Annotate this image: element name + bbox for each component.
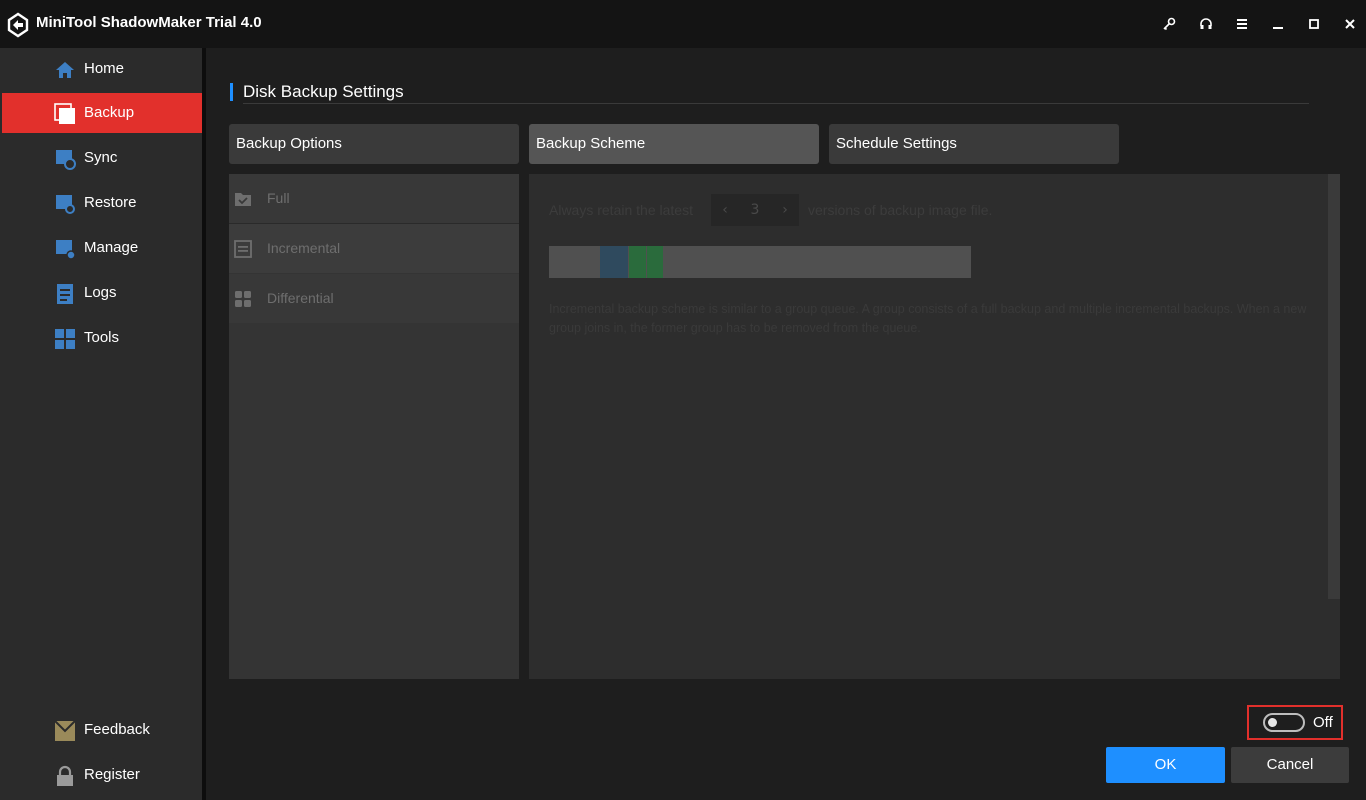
sidebar-item-restore[interactable]: Restore [2, 183, 202, 223]
sidebar-item-label: Backup [84, 104, 135, 121]
sidebar-item-label: Logs [84, 284, 117, 301]
full-backup-block [600, 246, 628, 278]
key-icon[interactable] [1157, 12, 1181, 36]
toggle-knob [1268, 718, 1277, 727]
description-line: group joins in, the former group has to … [549, 321, 921, 335]
sidebar-item-label: Restore [84, 194, 137, 211]
toggle-label: Off [1313, 714, 1333, 731]
version-count: 3 [750, 202, 760, 218]
ok-button[interactable]: OK [1106, 747, 1225, 783]
scheme-label: Differential [267, 290, 334, 306]
retain-suffix: versions of backup image file. [808, 202, 993, 218]
logs-icon [57, 284, 73, 304]
incremental-backup-block [647, 246, 663, 278]
scheme-description: Incremental backup scheme is similar to … [549, 300, 1329, 338]
cancel-button[interactable]: Cancel [1231, 747, 1349, 783]
section-divider [243, 103, 1309, 104]
version-stepper[interactable]: ‹ 3 › [711, 194, 799, 226]
scrollbar[interactable] [1328, 174, 1340, 599]
chevron-right-icon[interactable]: › [771, 194, 799, 226]
menu-icon[interactable] [1230, 12, 1254, 36]
scheme-label: Full [267, 190, 290, 206]
sidebar-item-feedback[interactable]: Feedback [2, 710, 202, 750]
sidebar-item-label: Feedback [84, 721, 150, 738]
tab-schedule-settings[interactable]: Schedule Settings [829, 124, 1119, 164]
tools-icon [55, 329, 75, 349]
grid-icon [235, 291, 251, 307]
page-title: Disk Backup Settings [243, 82, 404, 101]
sidebar-item-label: Sync [84, 149, 118, 166]
folder-check-icon [235, 193, 251, 206]
sidebar-item-label: Manage [84, 239, 139, 256]
lock-icon [57, 765, 73, 786]
sidebar-item-home[interactable]: Home [2, 49, 202, 89]
scheme-visual-bar [549, 246, 971, 278]
sidebar: Home Backup Sync Restore Manage Logs Too… [0, 48, 202, 800]
headset-icon[interactable] [1194, 12, 1218, 36]
sidebar-item-label: Tools [84, 329, 120, 346]
retain-prefix: Always retain the latest [549, 202, 693, 218]
feedback-icon [54, 720, 76, 741]
restore-icon [56, 195, 75, 214]
minimize-icon[interactable] [1266, 12, 1290, 36]
scheme-item-full[interactable]: Full [229, 174, 519, 223]
scheme-item-differential[interactable]: Differential [229, 274, 519, 323]
sidebar-item-tools[interactable]: Tools [2, 318, 202, 358]
title-bar: MiniTool ShadowMaker Trial 4.0 [0, 0, 1366, 48]
close-icon[interactable] [1338, 12, 1362, 36]
section-marker [230, 83, 233, 101]
scheme-label: Incremental [267, 240, 341, 256]
incremental-backup-block [629, 246, 646, 278]
sidebar-item-label: Register [84, 766, 140, 783]
sidebar-item-register[interactable]: Register [2, 755, 202, 795]
sync-icon [56, 150, 76, 170]
backup-icon [54, 103, 75, 124]
chevron-left-icon[interactable]: ‹ [711, 194, 739, 226]
app-logo-icon [7, 12, 29, 38]
manage-icon [56, 240, 76, 260]
scheme-list: Full Incremental Differential [229, 174, 519, 679]
sidebar-item-backup[interactable]: Backup [2, 93, 202, 133]
home-icon [56, 62, 74, 78]
toggle-highlight: Off [1247, 705, 1343, 740]
maximize-icon[interactable] [1302, 12, 1326, 36]
tab-backup-options[interactable]: Backup Options [229, 124, 519, 164]
backup-scheme-toggle[interactable] [1263, 713, 1305, 732]
sidebar-item-label: Home [84, 60, 125, 77]
description-line: Incremental backup scheme is similar to … [549, 302, 1307, 316]
app-title: MiniTool ShadowMaker Trial 4.0 [36, 14, 262, 31]
sidebar-item-logs[interactable]: Logs [2, 273, 202, 313]
list-icon [234, 240, 252, 258]
scheme-item-incremental[interactable]: Incremental [229, 224, 519, 273]
sidebar-item-manage[interactable]: Manage [2, 228, 202, 268]
tab-backup-scheme[interactable]: Backup Scheme [529, 124, 819, 164]
sidebar-item-sync[interactable]: Sync [2, 138, 202, 178]
